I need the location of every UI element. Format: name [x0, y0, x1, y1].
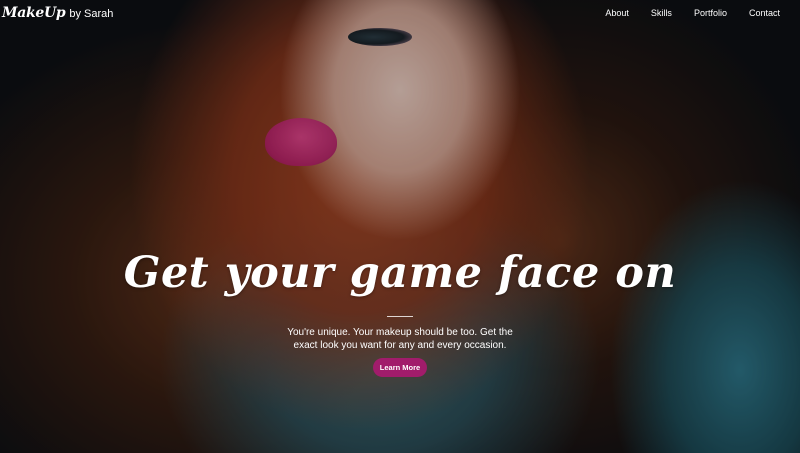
- brand-byline: by Sarah: [69, 7, 114, 20]
- nav-link-skills[interactable]: Skills: [651, 8, 672, 18]
- nav-links: About Skills Portfolio Contact: [583, 8, 780, 18]
- hero-divider: [387, 316, 413, 317]
- hero-section: MakeUp by Sarah About Skills Portfolio C…: [0, 0, 800, 453]
- nav-link-portfolio[interactable]: Portfolio: [694, 8, 727, 18]
- hero-content: Get your game face on You're unique. You…: [0, 245, 800, 377]
- nav-link-about[interactable]: About: [605, 8, 629, 18]
- learn-more-button[interactable]: Learn More: [372, 358, 428, 377]
- hero-overlay: [0, 0, 800, 453]
- brand-script-name: MakeUp: [2, 4, 66, 21]
- navbar: MakeUp by Sarah About Skills Portfolio C…: [0, 0, 800, 22]
- hero-headline: Get your game face on: [123, 248, 677, 298]
- hero-subtext: You're unique. Your makeup should be too…: [287, 327, 513, 351]
- nav-link-contact[interactable]: Contact: [749, 8, 780, 18]
- brand-logo[interactable]: MakeUp by Sarah: [2, 5, 113, 21]
